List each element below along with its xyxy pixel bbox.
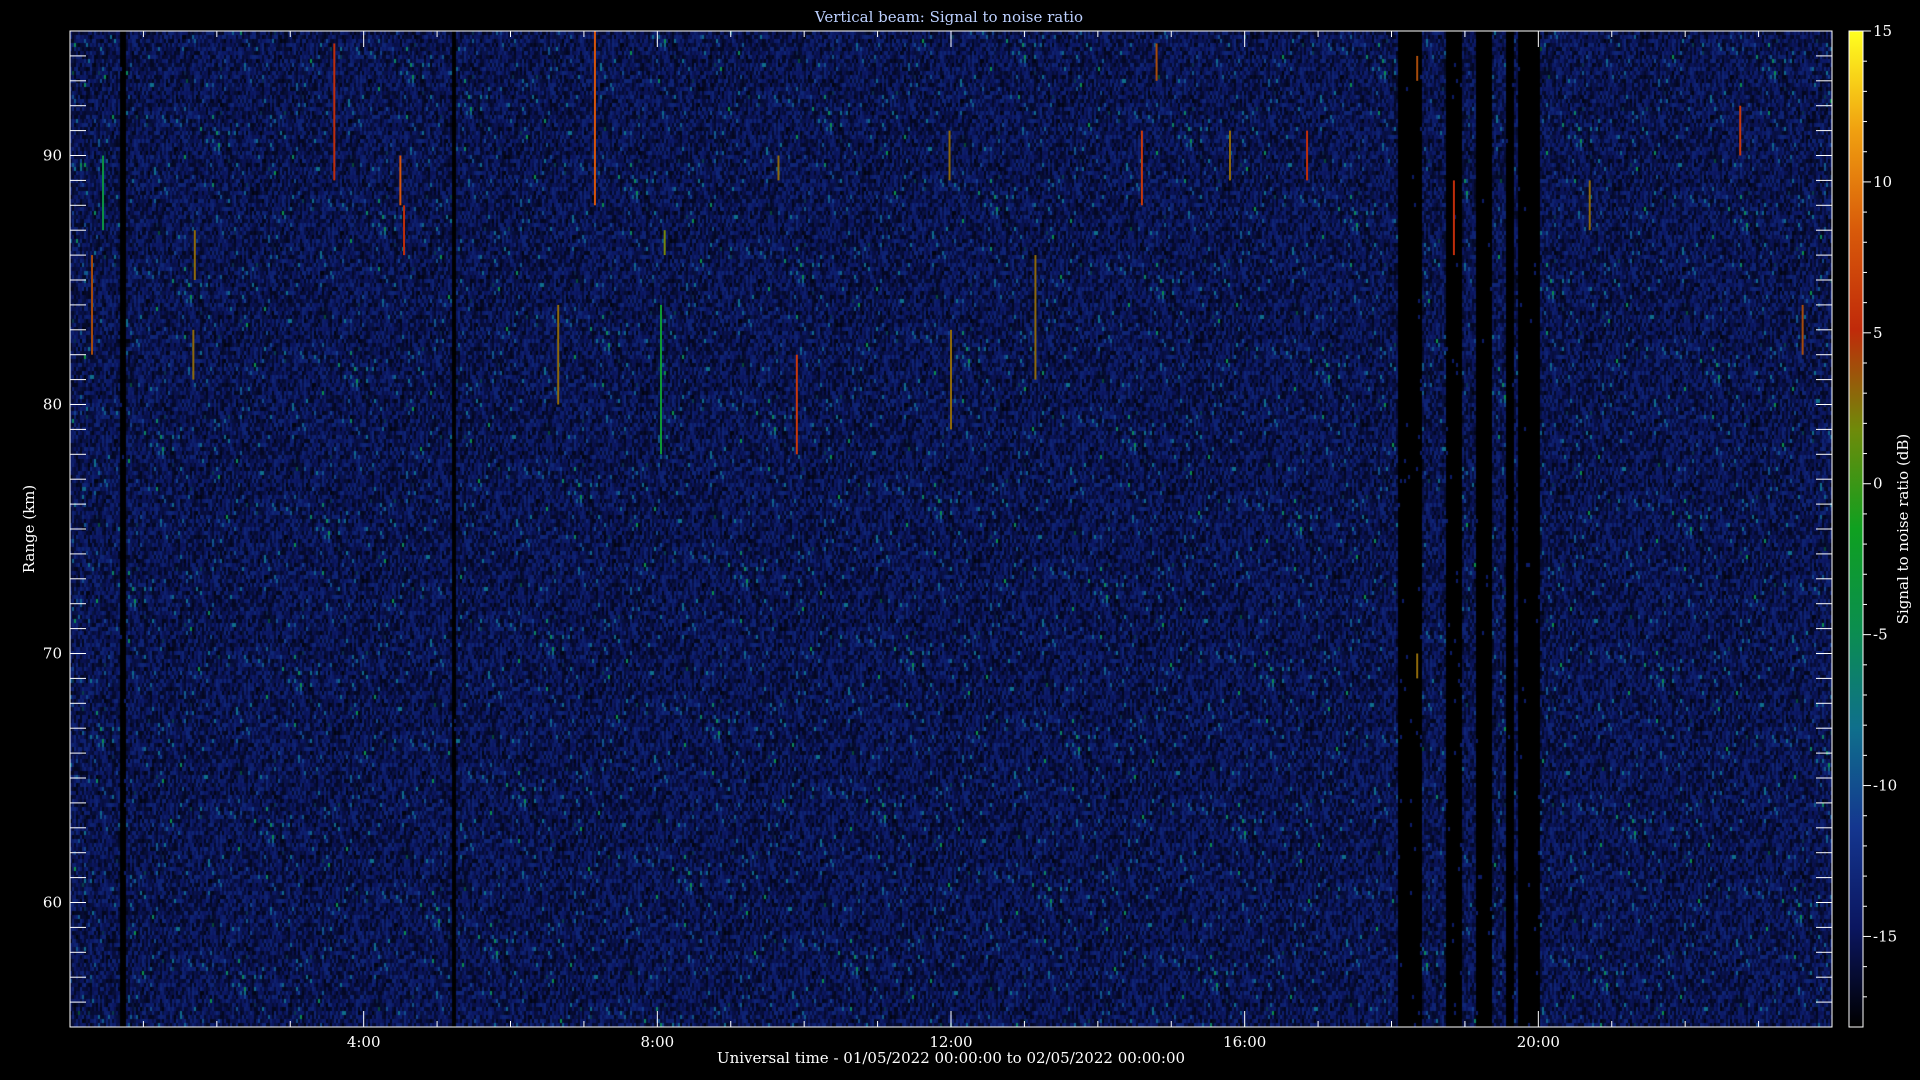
echo-mark [403, 205, 406, 256]
colorbar-tick-label: -15 [1873, 927, 1897, 945]
y-tick-label: 60 [43, 894, 62, 912]
y-axis: 60 70 80 90 [43, 55, 1832, 1003]
echo-mark [102, 155, 105, 231]
y-axis-label: Range (km) [20, 485, 38, 574]
echo-mark [1452, 180, 1455, 256]
echo-mark [1155, 43, 1158, 81]
x-axis: 4:00 8:00 12:00 16:00 20:00 [142, 31, 1760, 1051]
echo-mark [1228, 130, 1231, 181]
x-tick-label: 4:00 [347, 1033, 381, 1051]
echo-mark [593, 31, 596, 206]
y-tick-label: 80 [43, 396, 62, 414]
x-tick-label: 16:00 [1223, 1033, 1266, 1051]
x-tick-label: 12:00 [929, 1033, 972, 1051]
x-axis-label: Universal time - 01/05/2022 00:00:00 to … [717, 1049, 1185, 1067]
colorbar-tick-label: 0 [1873, 475, 1883, 493]
echo-mark [1588, 180, 1591, 231]
echo-mark [1140, 130, 1143, 206]
echo-mark [1034, 255, 1037, 380]
echo-mark [1739, 105, 1742, 156]
colorbar-tick-label: 10 [1873, 173, 1892, 191]
colorbar-axis: -15 -10 -5 0 5 10 15 [1863, 22, 1897, 998]
echo-mark [91, 255, 94, 355]
chart-svg: Vertical beam: Signal to noise ratio Uni… [20, 8, 1912, 1067]
echo-mark [660, 304, 663, 455]
echo-mark [192, 329, 195, 380]
x-tick-label: 8:00 [640, 1033, 674, 1051]
echo-mark [1306, 130, 1309, 181]
echo-mark [399, 155, 402, 206]
colorbar-tick-label: -5 [1873, 626, 1888, 644]
colorbar [1848, 30, 1864, 1028]
echo-mark [557, 304, 560, 405]
snr-chart: Vertical beam: Signal to noise ratio Uni… [0, 0, 1920, 1080]
chart-title: Vertical beam: Signal to noise ratio [814, 8, 1083, 26]
colorbar-tick-label: 5 [1873, 324, 1883, 342]
colorbar-tick-label: 15 [1873, 22, 1892, 40]
y-tick-label: 90 [43, 147, 62, 165]
x-tick-label: 20:00 [1517, 1033, 1560, 1051]
colorbar-tick-label: -10 [1873, 777, 1897, 795]
echo-mark [950, 329, 952, 430]
echo-mark [1416, 653, 1419, 679]
echo-mark [1801, 304, 1804, 355]
colorbar-label: Signal to noise ratio (dB) [1894, 434, 1912, 625]
y-tick-label: 70 [43, 645, 62, 663]
echo-mark [948, 130, 951, 181]
echo-mark [777, 155, 780, 181]
echo-mark [663, 230, 666, 256]
echo-mark [1416, 55, 1419, 81]
echo-mark [333, 43, 336, 181]
echo-mark [795, 354, 798, 455]
echo-group [91, 31, 1804, 679]
echo-mark [193, 230, 196, 280]
